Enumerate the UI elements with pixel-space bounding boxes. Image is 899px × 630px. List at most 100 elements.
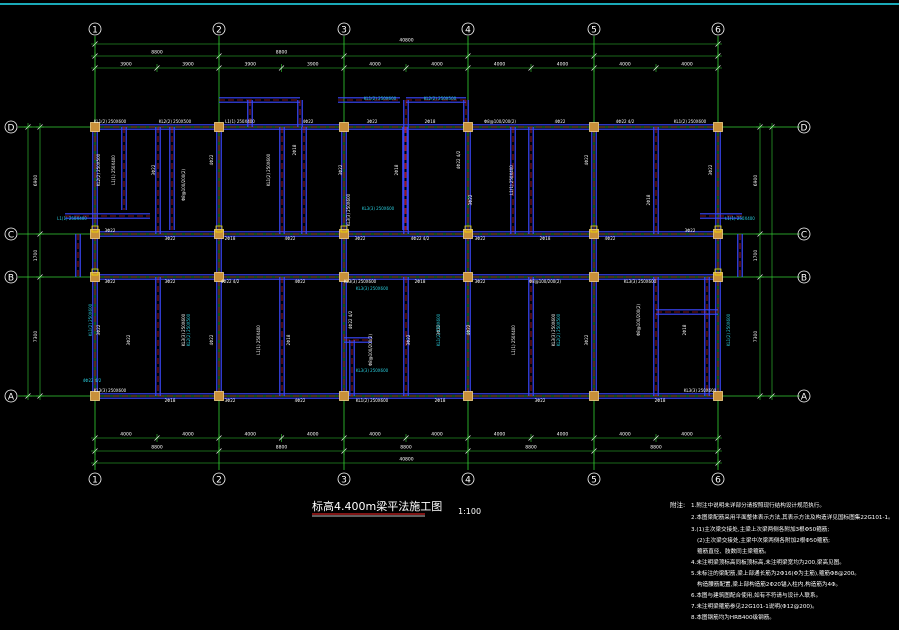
dim-top-spans-label-7: 4000 — [557, 62, 569, 68]
beam-label-16: 3Φ22 — [475, 236, 486, 241]
axis-bubble-bottom-1-label: 1 — [92, 476, 98, 486]
column-4B — [463, 272, 473, 282]
beam-tag-cyan-9: KL1(2) 250X600 — [436, 313, 441, 346]
axis-bubble-right-B-label: B — [801, 274, 807, 284]
beam-label-4: 3Φ22 — [367, 119, 378, 124]
note-line-2: 2.本图梁配筋采用平面整体表示方法,其表示方法及构造详见国标图集22G101-1… — [691, 513, 894, 521]
dim-bottom-groups-label-3: 8800 — [525, 445, 537, 451]
dim-bottom-spans-label-8: 4000 — [619, 432, 631, 438]
notes-heading: 附注: — [670, 500, 685, 509]
dim-bottom-groups-label-0: 8800 — [151, 445, 163, 451]
dim-top-spans-label-3: 3900 — [307, 62, 319, 68]
column-5A — [589, 391, 599, 401]
note-line-11: 8.本图钢筋均为HRB400级钢筋。 — [691, 613, 775, 621]
dim-bottom-spans-label-7: 4000 — [557, 432, 569, 438]
beam-tag-cyan-10: KL2(2) 250X500 — [556, 313, 561, 346]
beam-tag-cyan-6: KL3(3) 250X600 — [356, 368, 389, 373]
beam-layout — [65, 97, 743, 399]
axis-bubble-left-C-label: C — [8, 231, 14, 241]
dim-top-spans-label-8: 4000 — [619, 62, 631, 68]
dim-top-spans-label-5: 4000 — [431, 62, 443, 68]
beam-annotations: KL1(2) 250X600 KL2(2) 250X500 L1(1) 250X40… — [57, 96, 755, 403]
dim-top-spans-label-4: 4000 — [369, 62, 381, 68]
note-line-3: 3.(1)主次梁交接处,主梁上次梁两侧各附加3根Φ50箍筋; — [691, 525, 829, 533]
beam-label-17: 2Φ18 — [540, 236, 551, 241]
note-line-1: 1.附注中说明未详部分请按照现行结构设计规范执行。 — [691, 501, 825, 509]
beam-label-13: 4Φ22 — [285, 236, 296, 241]
dim-right-bays-label-0: 6900 — [753, 175, 759, 187]
beam-label-v-26: 4Φ22 — [466, 324, 471, 335]
beam-label-35: 3Φ22 — [535, 398, 546, 403]
beam-label-12: 2Φ18 — [225, 236, 236, 241]
beam-label-v-15: 3Φ22 — [708, 164, 713, 175]
beam-label-30: 2Φ18 — [165, 398, 176, 403]
beam-label-v-14: 2Φ18 — [646, 194, 651, 205]
beam-label-23: 4Φ22 — [295, 279, 306, 284]
axis-bubble-left-A-label: A — [8, 393, 15, 403]
note-line-4: (2)主次梁交接处,主梁中次梁两侧各附加2根Φ50箍筋; — [697, 536, 830, 544]
beam-label-v-21: 2Φ18 — [286, 334, 291, 345]
beam-label-8: 4Φ22 4/2 — [616, 119, 635, 124]
dim-top-groups-label-1: 8800 — [276, 50, 288, 56]
beam-label-14: 3Φ22 — [355, 236, 366, 241]
beam-label-v-30: Φ8@100/200(2) — [636, 304, 641, 336]
beam-label-28: KL3(3) 250X600 — [624, 279, 657, 284]
beam-label-37: KL3(3) 250X600 — [684, 388, 717, 393]
beam-label-26: 3Φ22 — [475, 279, 486, 284]
beam-tag-cyan-2: KL3(3) 250X600 — [362, 206, 395, 211]
column-5B — [589, 272, 599, 282]
beam-tag-cyan-4: L1(1) 250X400 — [725, 216, 755, 221]
axis-bubble-top-6-label: 6 — [715, 26, 721, 36]
axis-bubble-right-A-label: A — [801, 393, 808, 403]
beam-tag-cyan-1: KL2(2) 250X500 — [424, 96, 457, 101]
beam-label-33: KL1(2) 250X600 — [356, 398, 389, 403]
axis-bubble-bottom-4-label: 4 — [465, 476, 471, 486]
note-line-9: 6.本图与建筑图配合使用,如有不符请与设计人联系。 — [691, 591, 821, 599]
beam-label-v-6: 2Φ18 — [292, 144, 297, 155]
beam-label-18: 4Φ22 — [605, 236, 616, 241]
axis-bubbles: 1 1 2 2 3 3 4 4 5 5 6 6 D D C C B B A A — [4, 22, 811, 486]
drawing-title: 标高4.400m梁平法施工图 — [312, 499, 442, 513]
axis-bubble-right-D-label: D — [801, 124, 808, 134]
column-3A — [339, 391, 349, 401]
beam-label-v-29: 3Φ22 — [584, 334, 589, 345]
beam-label-11: 3Φ22 — [165, 236, 176, 241]
beam-label-9: KL1(2) 250X600 — [674, 119, 707, 124]
dim-left-bays-label-2: 7300 — [33, 331, 39, 343]
beam-label-27: Φ8@100/200(2) — [529, 279, 561, 284]
axis-bubble-top-5-label: 5 — [591, 26, 597, 36]
dim-bottom-total-label-0: 40800 — [399, 457, 413, 463]
beam-label-v-23: Φ8@100/200(2) — [368, 334, 373, 366]
dim-bottom-spans-label-1: 4000 — [182, 432, 194, 438]
dim-bottom-spans-label-4: 4000 — [369, 432, 381, 438]
beam-label-v-5: KL1(2) 250X600 — [266, 153, 271, 186]
beam-label-31: 3Φ22 — [225, 398, 236, 403]
dim-top-spans-label-0: 3900 — [120, 62, 132, 68]
dim-bottom-spans-label-6: 4000 — [494, 432, 506, 438]
dim-bottom-groups-label-2: 8800 — [400, 445, 412, 451]
beam-tag-cyan-5: KL3(3) 250X600 — [356, 286, 389, 291]
column-3D — [339, 122, 349, 132]
beam-label-36: 2Φ18 — [655, 398, 666, 403]
drawing-scale: 1:100 — [458, 507, 481, 516]
note-line-8: 构造腰筋配置,梁上部构造筋2Φ20锚入柱内,构造筋为4Φ。 — [697, 580, 841, 588]
grid-axes — [18, 36, 800, 470]
beam-label-v-20: L1(1) 250X400 — [256, 325, 261, 355]
axis-bubble-left-D-label: D — [8, 124, 15, 134]
beam-label-v-19: 4Φ22 — [209, 334, 214, 345]
beam-label-v-12: L1(1) 250X400 — [509, 165, 514, 195]
beam-label-v-17: 3Φ22 — [126, 334, 131, 345]
axis-bubble-top-1-label: 1 — [92, 26, 98, 36]
note-line-10: 7.未注明梁箍筋参见22G101-1说明(Φ12@200)。 — [691, 602, 818, 610]
beam-label-15: 4Φ22 4/2 — [411, 236, 430, 241]
axis-bubble-top-3-label: 3 — [341, 26, 347, 36]
beam-tag-cyan-0: KL1(2) 250X600 — [364, 96, 397, 101]
beam-label-22: 4Φ22 4/2 — [221, 279, 240, 284]
axis-bubble-right-C-label: C — [801, 231, 807, 241]
dim-bottom-spans-label-9: 4000 — [681, 432, 693, 438]
column-4A — [463, 391, 473, 401]
beam-label-v-27: L1(1) 250X400 — [511, 325, 516, 355]
axis-bubble-bottom-6-label: 6 — [715, 476, 721, 486]
beam-tag-cyan-12: 4Φ22 4/2 — [83, 378, 102, 383]
beam-label-v-10: 4Φ22 4/2 — [456, 150, 461, 169]
